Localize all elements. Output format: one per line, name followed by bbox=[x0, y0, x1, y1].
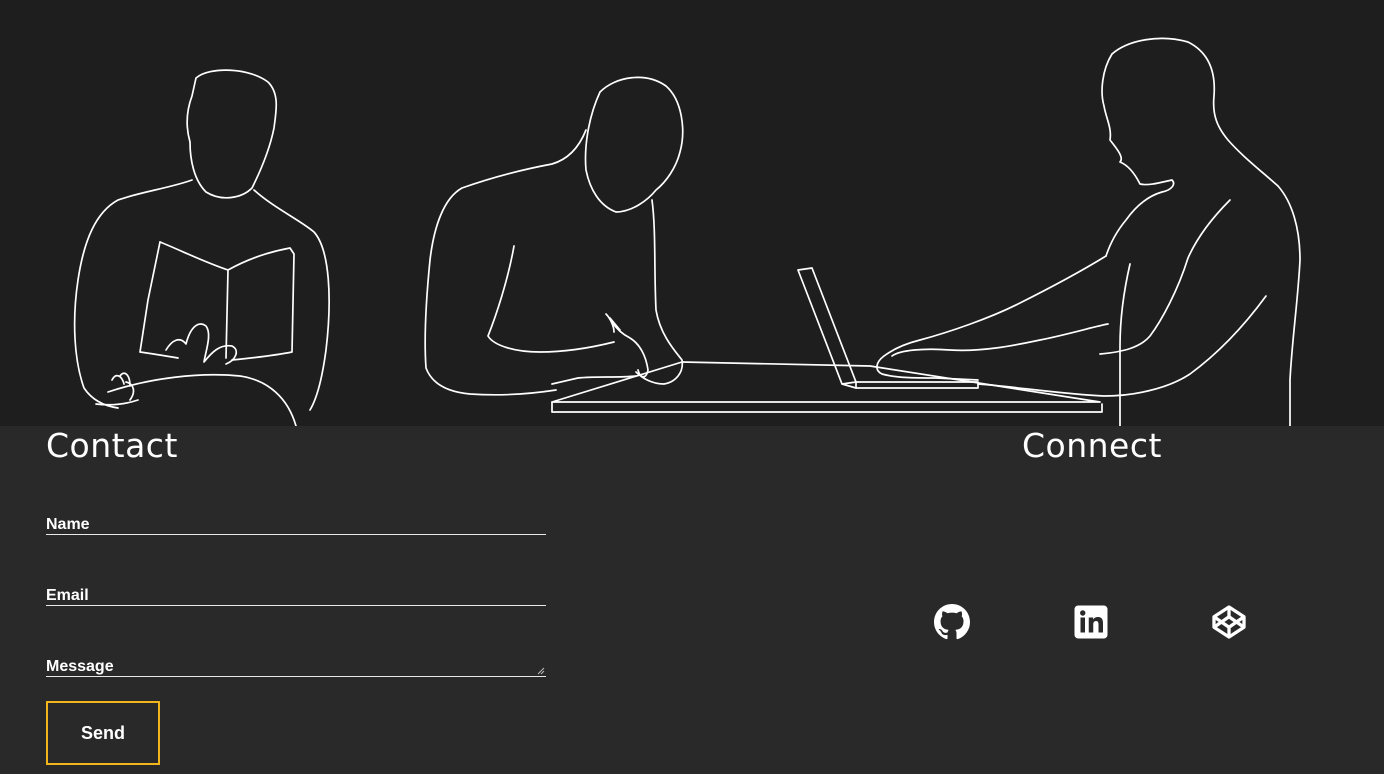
name-field[interactable]: Name bbox=[46, 515, 546, 535]
contact-section: Contact Name Email Message Send bbox=[46, 426, 566, 774]
email-input[interactable] bbox=[46, 586, 546, 606]
name-input[interactable] bbox=[46, 515, 546, 535]
send-button[interactable]: Send bbox=[46, 701, 160, 765]
github-icon bbox=[934, 604, 970, 640]
hero-banner bbox=[0, 0, 1384, 426]
message-input[interactable] bbox=[46, 657, 546, 677]
contact-title: Contact bbox=[46, 426, 178, 465]
email-field[interactable]: Email bbox=[46, 586, 546, 606]
linkedin-link[interactable] bbox=[1073, 604, 1109, 640]
github-link[interactable] bbox=[934, 604, 970, 640]
linkedin-icon bbox=[1074, 605, 1108, 639]
connect-title: Connect bbox=[1022, 426, 1162, 465]
people-line-art-illustration bbox=[73, 37, 1301, 426]
codepen-link[interactable] bbox=[1211, 604, 1247, 640]
codepen-icon bbox=[1212, 605, 1246, 639]
resize-grip-icon[interactable] bbox=[537, 667, 545, 675]
message-field[interactable]: Message bbox=[46, 657, 546, 677]
